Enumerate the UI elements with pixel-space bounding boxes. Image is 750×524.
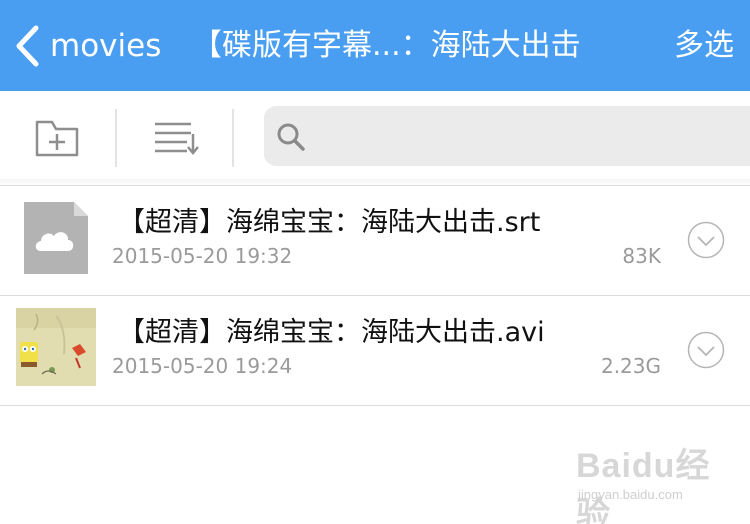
toolbar-shadow: [0, 179, 750, 185]
chevron-left-icon: [16, 25, 39, 67]
new-folder-button[interactable]: [26, 91, 88, 185]
search-icon: [277, 123, 305, 151]
multi-select-button[interactable]: 多选: [674, 22, 734, 70]
file-size: 2.23G: [600, 354, 661, 378]
page-title: 【碟版有字幕...：海陆大出击: [192, 28, 581, 63]
search-box[interactable]: [264, 106, 750, 166]
cloud-file-icon: [24, 202, 88, 274]
watermark-url: jingyan.baidu.com: [578, 487, 683, 502]
toolbar: [0, 91, 750, 186]
file-list: 【超清】海绵宝宝：海陆大出击.srt 2015-05-20 19:32 83K …: [0, 186, 750, 406]
sort-button[interactable]: [146, 91, 206, 185]
back-label: movies: [50, 28, 162, 64]
file-size: 83K: [622, 244, 661, 268]
search-input[interactable]: [324, 116, 724, 156]
chevron-down-circle-icon[interactable]: [687, 331, 725, 369]
watermark-brand: Baidu经验: [576, 447, 711, 524]
toolbar-divider: [115, 109, 117, 167]
toolbar-divider: [232, 109, 234, 167]
file-date: 2015-05-20 19:24: [112, 354, 293, 378]
list-item[interactable]: 【超清】海绵宝宝：海陆大出击.srt 2015-05-20 19:32 83K: [0, 186, 750, 296]
baidu-watermark: Baidu经验 jingyan.baidu.com: [576, 438, 736, 524]
file-name: 【超清】海绵宝宝：海陆大出击.srt: [118, 207, 541, 238]
list-item[interactable]: 【超清】海绵宝宝：海陆大出击.avi 2015-05-20 19:24 2.23…: [0, 296, 750, 406]
file-name: 【超清】海绵宝宝：海陆大出击.avi: [118, 317, 545, 348]
folder-plus-icon: [35, 120, 79, 157]
nav-bar: movies 【碟版有字幕...：海陆大出击 多选: [0, 0, 750, 91]
back-button[interactable]: movies: [14, 22, 161, 70]
sort-list-icon: [155, 122, 199, 155]
chevron-down-circle-icon[interactable]: [687, 221, 725, 259]
file-date: 2015-05-20 19:32: [112, 244, 293, 268]
video-thumbnail: [16, 308, 96, 386]
